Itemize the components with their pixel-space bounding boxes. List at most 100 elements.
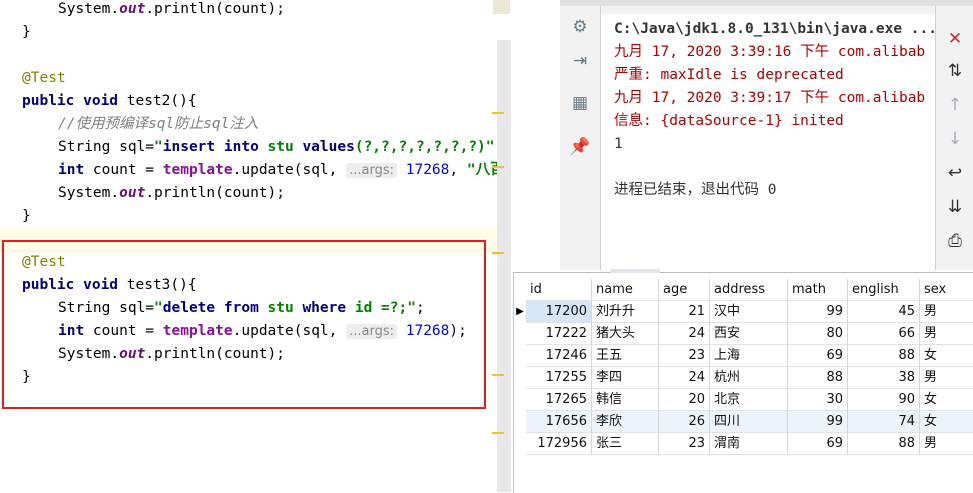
table-cell[interactable]: 四川 — [710, 411, 788, 433]
table-cell[interactable]: 20 — [659, 389, 710, 411]
gutter-marker — [493, 0, 510, 14]
table-cell[interactable]: 刘升升 — [592, 301, 659, 323]
column-header-math[interactable]: math — [788, 279, 848, 301]
table-cell[interactable]: 17222 — [526, 323, 592, 345]
param-hint: ...args: — [346, 163, 398, 178]
scroll-end-icon[interactable]: ⇊ — [944, 196, 966, 218]
clear-icon[interactable]: ✕ — [944, 28, 966, 50]
run-panel-header — [560, 0, 973, 6]
code-comment: //使用预编译sql防止sql注入 — [58, 116, 259, 132]
table-cell[interactable]: 女 — [920, 411, 973, 433]
table-cell[interactable]: 汉中 — [710, 301, 788, 323]
table-cell[interactable]: 张三 — [592, 433, 659, 455]
column-header-age[interactable]: age — [659, 279, 710, 301]
method-signature-test2: public void test2(){ — [22, 93, 197, 109]
table-cell[interactable]: 90 — [848, 389, 920, 411]
table-cell[interactable]: 80 — [788, 323, 848, 345]
bug-icon[interactable]: ⚙ — [569, 16, 591, 38]
warning-stripe — [492, 166, 504, 168]
table-cell[interactable]: 17255 — [526, 367, 592, 389]
console-log: 九月 17, 2020 3:39:17 下午 com.alibab — [614, 90, 926, 106]
down-icon[interactable]: ↓ — [944, 128, 966, 150]
column-header-address[interactable]: address — [710, 279, 788, 301]
table-cell[interactable]: 猪大头 — [592, 323, 659, 345]
console-log: 严重: maxIdle is deprecated — [614, 67, 844, 83]
code-editor[interactable]: System.out.println(count); } @Test publi… — [0, 0, 498, 492]
table-cell[interactable]: 74 — [848, 411, 920, 433]
wrap-icon[interactable]: ↩ — [944, 162, 966, 184]
code-line: String sql="insert into stu values(?,?,?… — [58, 139, 495, 155]
warning-stripe — [492, 112, 504, 114]
highlight-box — [2, 240, 486, 409]
table-cell[interactable]: 李欣 — [592, 411, 659, 433]
table-cell[interactable]: 男 — [920, 323, 973, 345]
console-command: C:\Java\jdk1.8.0_131\bin\java.exe ... — [614, 21, 935, 37]
table-cell[interactable]: 渭南 — [710, 433, 788, 455]
code-line: } — [22, 24, 31, 40]
console-log: 九月 17, 2020 3:39:16 下午 com.alibab — [614, 44, 926, 60]
row-selector-icon[interactable]: ▶ — [514, 301, 526, 323]
table-cell[interactable]: 上海 — [710, 345, 788, 367]
console-exit-message: 进程已结束，退出代码 0 — [614, 182, 777, 198]
table-cell[interactable]: 45 — [848, 301, 920, 323]
run-panel: ⚙ ⇥ ▦ 📌 C:\Java\jdk1.8.0_131\bin\java.ex… — [560, 0, 973, 270]
table-cell[interactable]: 23 — [659, 433, 710, 455]
table-cell[interactable]: 88 — [848, 345, 920, 367]
table-cell[interactable]: 男 — [920, 301, 973, 323]
table-cell[interactable]: 38 — [848, 367, 920, 389]
table-cell[interactable]: 172956 — [526, 433, 592, 455]
table-cell[interactable]: 17200 — [526, 301, 592, 323]
table-cell[interactable]: 99 — [788, 301, 848, 323]
table-cell[interactable]: 21 — [659, 301, 710, 323]
table-cell[interactable]: 88 — [848, 433, 920, 455]
column-header-name[interactable]: name — [592, 279, 659, 301]
table-cell[interactable]: 66 — [848, 323, 920, 345]
console-output[interactable]: C:\Java\jdk1.8.0_131\bin\java.exe ... 九月… — [601, 14, 935, 270]
table-tab — [610, 269, 660, 273]
warning-stripe — [492, 252, 504, 254]
editor-scrollbar[interactable] — [497, 40, 511, 492]
table-cell[interactable]: 女 — [920, 345, 973, 367]
table-cell[interactable]: 女 — [920, 389, 973, 411]
table-cell[interactable]: 24 — [659, 323, 710, 345]
table-cell[interactable]: 69 — [788, 433, 848, 455]
console-result: 1 — [614, 136, 623, 152]
table-cell[interactable]: 88 — [788, 367, 848, 389]
table-cell[interactable]: 北京 — [710, 389, 788, 411]
table-cell[interactable]: 西安 — [710, 323, 788, 345]
column-header-sex[interactable]: sex — [920, 279, 973, 301]
login-icon[interactable]: ⇥ — [569, 50, 591, 72]
result-table[interactable]: id name age address math english sex ▶ 17200 刘升升 2… — [513, 269, 973, 493]
table-cell[interactable]: 23 — [659, 345, 710, 367]
sort-icon[interactable]: ⇅ — [944, 60, 966, 82]
table-cell[interactable]: 李四 — [592, 367, 659, 389]
code-line: int count = template.update(sql, ...args… — [58, 162, 498, 178]
table-cell[interactable]: 24 — [659, 367, 710, 389]
run-left-toolbar: ⚙ ⇥ ▦ 📌 — [560, 0, 601, 270]
table-cell[interactable]: 男 — [920, 433, 973, 455]
table-cell[interactable]: 26 — [659, 411, 710, 433]
table-cell[interactable]: 99 — [788, 411, 848, 433]
run-right-toolbar: ✕ ⇅ ↑ ↓ ↩ ⇊ ⎙ — [935, 0, 973, 270]
table-cell[interactable]: 17656 — [526, 411, 592, 433]
table-cell[interactable]: 杭州 — [710, 367, 788, 389]
table-cell[interactable]: 17265 — [526, 389, 592, 411]
up-icon[interactable]: ↑ — [944, 94, 966, 116]
print-icon[interactable]: ⎙ — [944, 230, 966, 252]
table-cell[interactable]: 17246 — [526, 345, 592, 367]
warning-stripe — [492, 374, 504, 376]
warning-stripe — [492, 432, 504, 434]
table-cell[interactable]: 韩信 — [592, 389, 659, 411]
pin-icon[interactable]: 📌 — [569, 136, 591, 158]
column-header-english[interactable]: english — [848, 279, 920, 301]
code-line: } — [22, 208, 31, 224]
annotation-test: @Test — [22, 70, 66, 86]
table-cell[interactable]: 30 — [788, 389, 848, 411]
table-cell[interactable]: 69 — [788, 345, 848, 367]
table-cell[interactable]: 王五 — [592, 345, 659, 367]
console-log: 信息: {dataSource-1} inited — [614, 113, 844, 129]
column-header-id[interactable]: id — [526, 279, 592, 301]
code-line: System.out.println(count); — [58, 185, 285, 201]
table-cell[interactable]: 男 — [920, 367, 973, 389]
layout-icon[interactable]: ▦ — [569, 92, 591, 114]
